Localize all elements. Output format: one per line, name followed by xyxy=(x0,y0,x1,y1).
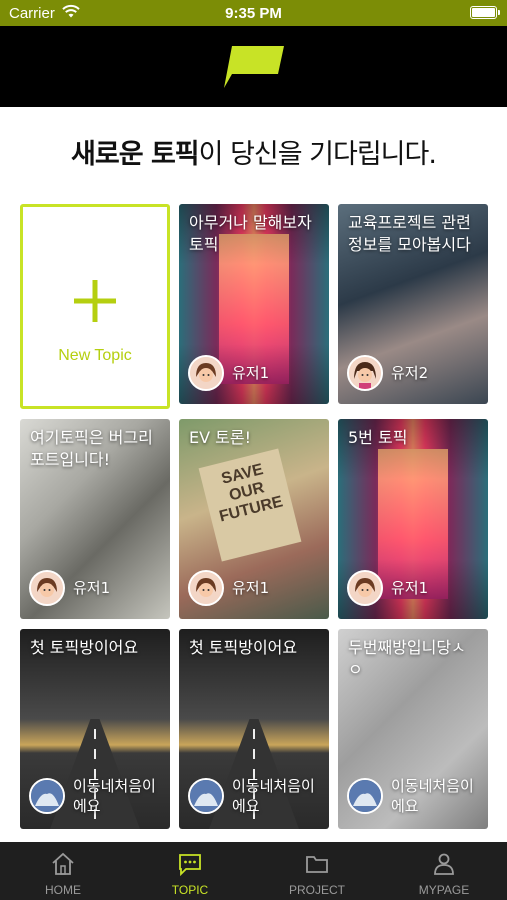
protest-sign: SAVE OUR FUTURE xyxy=(198,448,302,562)
topic-author: 유저1 xyxy=(188,570,269,606)
tab-project-label: PROJECT xyxy=(288,883,345,897)
author-name: 이동네처음이에요 xyxy=(391,777,474,815)
author-name: 이동네처음이에요 xyxy=(73,777,156,815)
topic-card[interactable]: 여기토픽은 버그리포트입니다! 유저1 xyxy=(20,419,170,619)
app-header xyxy=(0,26,507,107)
tab-bar: HOME TOPIC PROJECT MYPAGE xyxy=(0,842,507,900)
avatar xyxy=(29,778,65,814)
topic-author: 유저2 xyxy=(347,355,428,391)
new-topic-label: New Topic xyxy=(58,347,132,364)
folder-icon xyxy=(306,856,328,873)
tab-project[interactable]: PROJECT xyxy=(254,842,380,900)
topic-card[interactable]: 5번 토픽 유저1 xyxy=(338,419,488,619)
author-name: 유저1 xyxy=(73,579,111,597)
topic-title: EV 토론! xyxy=(189,428,251,447)
battery-icon xyxy=(470,6,500,19)
topic-title: 여기토픽은 버그리포트입니다! xyxy=(30,428,153,469)
author-name: 유저1 xyxy=(391,579,429,597)
avatar xyxy=(347,355,383,391)
person-icon xyxy=(434,853,454,875)
tab-home[interactable]: HOME xyxy=(0,842,126,900)
topic-author: 이동네처음이에요 xyxy=(347,776,481,816)
topic-author: 유저1 xyxy=(29,570,110,606)
logo-icon xyxy=(224,46,284,88)
tab-topic[interactable]: TOPIC xyxy=(127,842,253,900)
topic-title: 아무거나 말해보자 토픽 xyxy=(189,213,312,254)
tab-home-label: HOME xyxy=(45,883,81,897)
topic-card[interactable]: 두번째방입니당ㅅㅇ 이동네처음이에요 xyxy=(338,629,488,829)
topic-author: 유저1 xyxy=(188,355,269,391)
headline-rest: 이 당신을 기다립니다. xyxy=(198,139,437,170)
avatar xyxy=(188,778,224,814)
topic-title: 교육프로젝트 관련 정보를 모아봅시다 xyxy=(348,213,471,254)
author-name: 유저1 xyxy=(232,579,270,597)
topic-title: 첫 토픽방이어요 xyxy=(30,638,139,657)
topic-title: 첫 토픽방이어요 xyxy=(189,638,298,657)
topic-title: 두번째방입니당ㅅㅇ xyxy=(348,638,466,679)
avatar xyxy=(188,355,224,391)
tab-mypage[interactable]: MYPAGE xyxy=(381,842,507,900)
page-headline: 새로운 토픽이 당신을 기다립니다. xyxy=(0,132,507,171)
tab-mypage-label: MYPAGE xyxy=(418,883,470,897)
avatar xyxy=(347,778,383,814)
topic-card[interactable]: 교육프로젝트 관련 정보를 모아봅시다 유저2 xyxy=(338,204,488,404)
topic-card[interactable]: 첫 토픽방이어요 이동네처음이에요 xyxy=(20,629,170,829)
avatar xyxy=(347,570,383,606)
plus-icon xyxy=(74,280,116,322)
author-name: 유저1 xyxy=(232,364,270,382)
topic-card[interactable]: 첫 토픽방이어요 이동네처음이에요 xyxy=(179,629,329,829)
chat-icon xyxy=(179,854,201,877)
tab-topic-label: TOPIC xyxy=(171,883,209,897)
status-bar: Carrier 9:35 PM xyxy=(0,0,507,26)
home-icon xyxy=(52,852,74,875)
topic-title: 5번 토픽 xyxy=(348,428,408,447)
topic-card[interactable]: SAVE OUR FUTURE EV 토론! 유저1 xyxy=(179,419,329,619)
topic-card[interactable]: 아무거나 말해보자 토픽 유저1 xyxy=(179,204,329,404)
author-name: 이동네처음이에요 xyxy=(232,777,315,815)
author-name: 유저2 xyxy=(391,364,429,382)
avatar xyxy=(29,570,65,606)
topic-author: 이동네처음이에요 xyxy=(188,776,322,816)
headline-bold: 새로운 토픽 xyxy=(71,139,200,170)
new-topic-card[interactable]: New Topic xyxy=(20,204,170,409)
topic-author: 이동네처음이에요 xyxy=(29,776,163,816)
avatar xyxy=(188,570,224,606)
status-time: 9:35 PM xyxy=(225,5,282,22)
topic-author: 유저1 xyxy=(347,570,428,606)
